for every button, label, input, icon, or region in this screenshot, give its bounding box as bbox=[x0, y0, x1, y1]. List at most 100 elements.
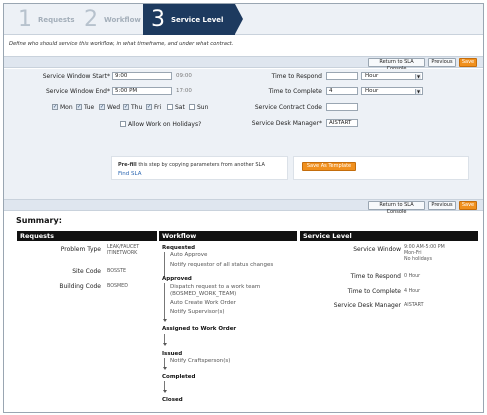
problem-type-value: LEAK/FAUCET ITINETWORK bbox=[107, 245, 140, 256]
time-to-respond-unit-select[interactable]: Hour ▼ bbox=[361, 72, 423, 80]
step-number: 1 bbox=[18, 7, 32, 32]
wf-state-approved: Approved bbox=[162, 276, 192, 282]
time-to-respond-label: Time to Respond bbox=[271, 73, 322, 80]
wf-connector bbox=[164, 252, 165, 276]
arrow-down-icon bbox=[163, 390, 167, 393]
service-window-holidays: No holidays bbox=[404, 257, 433, 262]
time-to-complete-summary-label: Time to Complete bbox=[347, 288, 401, 295]
wf-notify-supervisor: Notify Supervisor(s) bbox=[170, 309, 225, 315]
step-service-level[interactable]: 3 Service Level bbox=[143, 4, 235, 35]
day-label-fri: Fri bbox=[154, 104, 162, 111]
day-label-thu: Thu bbox=[131, 104, 143, 111]
wf-notify-craftsperson: Notify Craftsperson(s) bbox=[170, 358, 231, 364]
selected-value: Hour bbox=[365, 73, 379, 79]
building-code-value: BOSMED bbox=[107, 284, 128, 289]
active-step-chevron bbox=[235, 4, 243, 34]
wf-dispatch: Dispatch request to a work team bbox=[170, 284, 261, 290]
service-window-start-input[interactable]: 9:00 bbox=[112, 72, 172, 80]
time-to-complete-unit-select[interactable]: Hour ▼ bbox=[361, 87, 423, 95]
wf-dispatch-team: (BOSMED_WORK_TEAM) bbox=[170, 291, 237, 297]
time-to-respond-summary-value: 0 Hour bbox=[404, 274, 421, 279]
selected-value: Hour bbox=[365, 88, 379, 94]
service-window-start-label: Service Window Start* bbox=[42, 73, 110, 80]
service-desk-manager-summary-value: AISTART bbox=[404, 303, 424, 308]
day-checkbox-sat[interactable] bbox=[167, 104, 173, 110]
service-desk-manager-input[interactable]: AISTART bbox=[326, 119, 358, 127]
chevron-down-icon: ▼ bbox=[415, 89, 421, 94]
day-label-sat: Sat bbox=[175, 104, 185, 111]
step-label: Workflow bbox=[104, 15, 141, 24]
return-to-sla-console-button[interactable]: Return to SLA Console bbox=[368, 58, 425, 72]
arrow-down-icon bbox=[163, 343, 167, 346]
allow-holidays-checkbox[interactable] bbox=[120, 121, 126, 127]
step-label: Requests bbox=[38, 15, 75, 24]
time-to-complete-summary-value: 4 Hour bbox=[404, 289, 421, 294]
day-label-sun: Sun bbox=[197, 104, 209, 111]
time-to-respond-input[interactable] bbox=[326, 72, 358, 80]
step-workflow[interactable]: 2 Workflow bbox=[84, 4, 141, 35]
service-level-header: Service Level bbox=[300, 231, 478, 241]
arrow-down-icon bbox=[163, 319, 167, 322]
day-label-tue: Tue bbox=[84, 104, 95, 111]
service-window-label: Service Window bbox=[353, 246, 401, 253]
prefill-description: Pre-fill this step by copying parameters… bbox=[118, 162, 265, 168]
service-window-end-24h: 17:00 bbox=[176, 88, 192, 94]
summary-title: Summary: bbox=[16, 216, 62, 225]
wf-state-requested: Requested bbox=[162, 245, 196, 251]
previous-button[interactable]: Previous bbox=[428, 201, 456, 210]
find-sla-link[interactable]: Find SLA bbox=[118, 171, 141, 177]
day-checkbox-mon[interactable]: ✓ bbox=[52, 104, 58, 110]
day-label-wed: Wed bbox=[107, 104, 121, 111]
step-number: 3 bbox=[151, 7, 165, 32]
return-to-sla-console-button[interactable]: Return to SLA Console bbox=[368, 201, 425, 215]
wizard-stepper: 1 Requests 2 Workflow 3 Service Level bbox=[4, 4, 483, 35]
service-window-start-24h: 09:00 bbox=[176, 73, 192, 79]
prefill-panel: Pre-fill this step by copying parameters… bbox=[111, 156, 288, 180]
step-label: Service Level bbox=[171, 15, 224, 24]
wf-auto-approve: Auto Approve bbox=[170, 252, 208, 258]
allow-holidays-label: Allow Work on Holidays? bbox=[128, 121, 202, 128]
summary-requests-column: Requests Problem Type LEAK/FAUCET ITINET… bbox=[17, 231, 157, 412]
time-to-complete-label: Time to Complete bbox=[268, 88, 322, 95]
site-code-value: BOSSTE bbox=[107, 269, 127, 274]
wf-connector bbox=[164, 283, 165, 319]
wf-state-issued: Issued bbox=[162, 351, 183, 357]
template-panel: Save As Template bbox=[293, 156, 469, 180]
time-to-complete-input[interactable]: 4 bbox=[326, 87, 358, 95]
service-desk-manager-summary-label: Service Desk Manager bbox=[333, 302, 401, 309]
day-label-mon: Mon bbox=[60, 104, 73, 111]
day-checkbox-thu[interactable]: ✓ bbox=[123, 104, 129, 110]
arrow-down-icon bbox=[163, 367, 167, 370]
prefill-text: this step by copying parameters from ano… bbox=[136, 162, 265, 168]
save-as-template-button[interactable]: Save As Template bbox=[302, 162, 356, 171]
wf-state-closed: Closed bbox=[162, 397, 183, 403]
wf-state-assigned: Assigned to Work Order bbox=[162, 326, 237, 332]
summary-service-level-column: Service Level Service Window 9:00 AM-5:0… bbox=[300, 231, 478, 412]
day-checkbox-tue[interactable]: ✓ bbox=[76, 104, 82, 110]
step-number: 2 bbox=[84, 7, 98, 32]
wf-state-completed: Completed bbox=[162, 374, 196, 380]
prefill-bold: Pre-fill bbox=[118, 162, 137, 168]
step-instruction: Define who should service this workflow,… bbox=[9, 41, 234, 47]
wf-notify-requestor: Notify requestor of all status changes bbox=[170, 262, 274, 268]
previous-button[interactable]: Previous bbox=[428, 58, 456, 67]
day-checkbox-wed[interactable]: ✓ bbox=[99, 104, 105, 110]
sla-wizard-window: 1 Requests 2 Workflow 3 Service Level De… bbox=[3, 3, 484, 413]
service-contract-code-label: Service Contract Code bbox=[254, 104, 322, 111]
top-action-bar: Return to SLA Console Previous Save bbox=[4, 56, 483, 72]
save-button[interactable]: Save bbox=[459, 58, 477, 67]
save-button[interactable]: Save bbox=[459, 201, 477, 210]
wf-auto-create-work-order: Auto Create Work Order bbox=[170, 300, 236, 306]
site-code-label: Site Code bbox=[72, 268, 101, 275]
service-window-end-label: Service Window End* bbox=[45, 88, 110, 95]
bottom-action-bar: Return to SLA Console Previous Save bbox=[4, 199, 483, 215]
service-contract-code-input[interactable] bbox=[326, 103, 358, 111]
service-window-end-input[interactable]: 5:00 PM bbox=[112, 87, 172, 95]
day-checkbox-sun[interactable] bbox=[189, 104, 195, 110]
building-code-label: Building Code bbox=[59, 283, 101, 290]
requests-header: Requests bbox=[17, 231, 157, 241]
chevron-down-icon: ▼ bbox=[415, 74, 421, 79]
workflow-header: Workflow bbox=[159, 231, 297, 241]
step-requests[interactable]: 1 Requests bbox=[18, 4, 75, 35]
day-checkbox-fri[interactable]: ✓ bbox=[146, 104, 152, 110]
